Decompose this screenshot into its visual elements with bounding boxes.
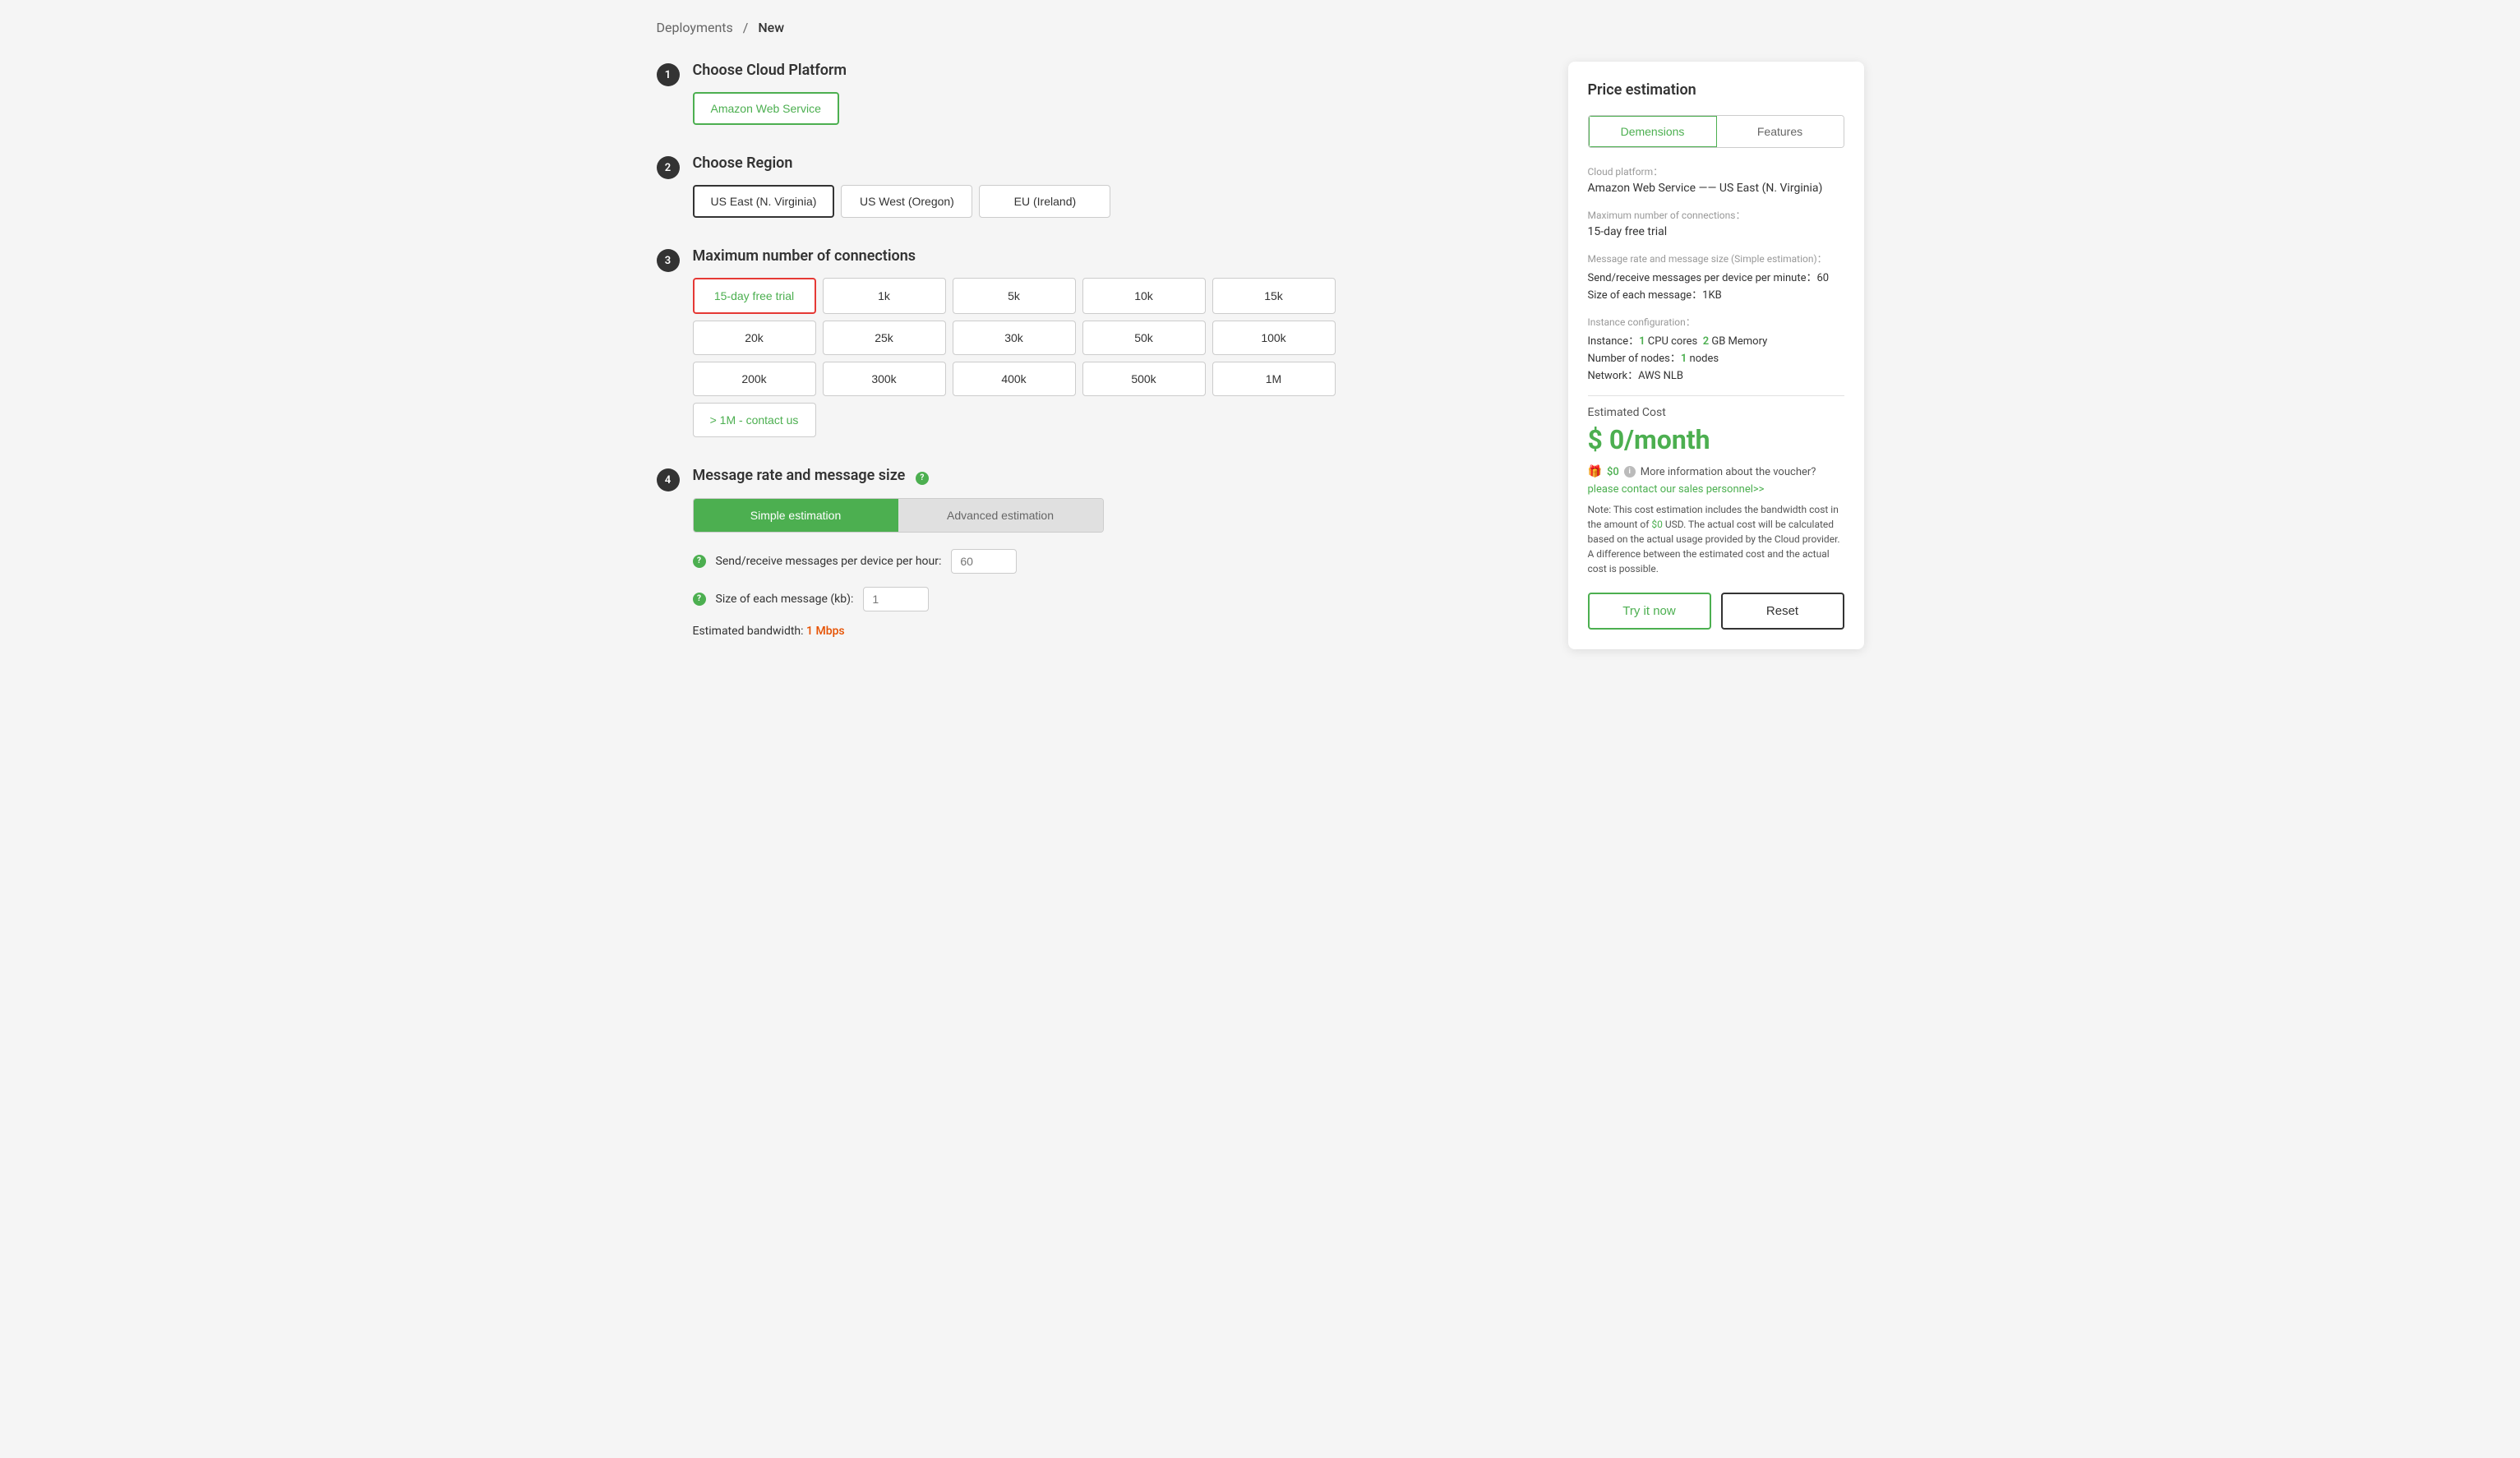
info-icon[interactable]: i	[1624, 466, 1636, 478]
step-1-number: 1	[657, 63, 680, 86]
step-1-section: 1 Choose Cloud Platform Amazon Web Servi…	[657, 62, 1535, 125]
step-3-section: 3 Maximum number of connections 15-day f…	[657, 247, 1535, 437]
step-3-title: Maximum number of connections	[693, 247, 1535, 265]
price-panel: Price estimation Demensions Features Clo…	[1568, 62, 1864, 649]
left-panel: 1 Choose Cloud Platform Amazon Web Servi…	[657, 62, 1535, 638]
conn-25k-button[interactable]: 25k	[823, 321, 946, 355]
voucher-row: 🎁 $0 i More information about the vouche…	[1588, 465, 1844, 496]
price-max-connections: Maximum number of connections： 15-day fr…	[1588, 208, 1844, 238]
features-tab[interactable]: Features	[1717, 116, 1844, 147]
price-cloud-value: Amazon Web Service —— US East (N. Virgin…	[1588, 182, 1844, 195]
bandwidth-value: 1 Mbps	[806, 625, 845, 638]
messages-per-hour-input[interactable]	[951, 549, 1017, 574]
message-size-input[interactable]	[863, 587, 929, 611]
conn-50k-button[interactable]: 50k	[1082, 321, 1206, 355]
step-4-help-icon[interactable]: ?	[916, 472, 929, 485]
price-cloud-label: Cloud platform：	[1588, 164, 1844, 178]
step-1-content: Choose Cloud Platform Amazon Web Service	[693, 62, 1535, 125]
step-4-content: Message rate and message size ? Simple e…	[693, 467, 1535, 638]
price-conn-label: Maximum number of connections：	[1588, 208, 1844, 222]
price-tabs: Demensions Features	[1588, 115, 1844, 148]
reset-button[interactable]: Reset	[1721, 593, 1844, 630]
message-size-row: ? Size of each message (kb):	[693, 587, 1535, 611]
conn-100k-button[interactable]: 100k	[1212, 321, 1336, 355]
region-us-east-button[interactable]: US East (N. Virginia)	[693, 185, 835, 218]
price-inst-line1: Instance：1 CPU cores 2 GB Memory	[1588, 332, 1844, 348]
price-inst-label: Instance configuration：	[1588, 315, 1844, 329]
messages-per-hour-row: ? Send/receive messages per device per h…	[693, 549, 1535, 574]
note-green-text: $0	[1651, 519, 1663, 530]
advanced-estimation-tab[interactable]: Advanced estimation	[898, 499, 1103, 532]
conn-500k-button[interactable]: 500k	[1082, 362, 1206, 396]
bandwidth-label: Estimated bandwidth:	[693, 625, 807, 638]
price-instance-config: Instance configuration： Instance：1 CPU c…	[1588, 315, 1844, 382]
price-panel-title: Price estimation	[1588, 81, 1844, 99]
conn-300k-button[interactable]: 300k	[823, 362, 946, 396]
estimated-cost-value: $ 0/month	[1588, 424, 1844, 455]
price-divider	[1588, 395, 1844, 396]
price-inst-line2: Number of nodes：1 nodes	[1588, 349, 1844, 365]
price-message-rate: Message rate and message size (Simple es…	[1588, 251, 1844, 302]
conn-1m-button[interactable]: 1M	[1212, 362, 1336, 396]
conn-free-trial-button[interactable]: 15-day free trial	[693, 278, 816, 314]
connections-grid: 15-day free trial 1k 5k 10k 15k 20k 25k …	[693, 278, 1535, 396]
step-3-content: Maximum number of connections 15-day fre…	[693, 247, 1535, 437]
price-msg-label: Message rate and message size (Simple es…	[1588, 251, 1844, 265]
price-conn-value: 15-day free trial	[1588, 225, 1844, 238]
step-2-content: Choose Region US East (N. Virginia) US W…	[693, 155, 1535, 218]
conn-1k-button[interactable]: 1k	[823, 278, 946, 314]
breadcrumb-parent[interactable]: Deployments	[657, 20, 733, 35]
conn-400k-button[interactable]: 400k	[953, 362, 1076, 396]
message-size-label: Size of each message (kb):	[716, 593, 854, 606]
gift-icon: 🎁	[1588, 465, 1602, 478]
region-group: US East (N. Virginia) US West (Oregon) E…	[693, 185, 1535, 218]
step-2-title: Choose Region	[693, 155, 1535, 172]
step-2-section: 2 Choose Region US East (N. Virginia) US…	[657, 155, 1535, 218]
price-actions: Try it now Reset	[1588, 593, 1844, 630]
voucher-text: More information about the voucher?	[1641, 466, 1816, 478]
region-us-west-button[interactable]: US West (Oregon)	[841, 185, 972, 218]
message-size-help-icon[interactable]: ?	[693, 593, 706, 606]
note-text: Note: This cost estimation includes the …	[1588, 502, 1844, 576]
bandwidth-row: Estimated bandwidth: 1 Mbps	[693, 625, 1535, 638]
conn-5k-button[interactable]: 5k	[953, 278, 1076, 314]
voucher-link[interactable]: please contact our sales personnel>>	[1588, 483, 1765, 496]
breadcrumb-separator: /	[743, 20, 749, 35]
dimensions-tab[interactable]: Demensions	[1588, 115, 1718, 148]
conn-10k-button[interactable]: 10k	[1082, 278, 1206, 314]
estimated-cost-label: Estimated Cost	[1588, 406, 1844, 419]
price-msg-line1: Send/receive messages per device per min…	[1588, 269, 1844, 284]
messages-per-hour-label: Send/receive messages per device per hou…	[716, 555, 942, 568]
aws-option-button[interactable]: Amazon Web Service	[693, 92, 839, 125]
try-it-now-button[interactable]: Try it now	[1588, 593, 1711, 630]
step-4-title: Message rate and message size ?	[693, 467, 1535, 485]
breadcrumb: Deployments / New	[657, 20, 1864, 35]
conn-20k-button[interactable]: 20k	[693, 321, 816, 355]
conn-contact-button[interactable]: > 1M - contact us	[693, 403, 816, 437]
breadcrumb-current: New	[758, 20, 784, 35]
price-cloud-platform: Cloud platform： Amazon Web Service —— US…	[1588, 164, 1844, 195]
step-3-number: 3	[657, 249, 680, 272]
messages-help-icon[interactable]: ?	[693, 555, 706, 568]
conn-30k-button[interactable]: 30k	[953, 321, 1076, 355]
step-1-title: Choose Cloud Platform	[693, 62, 1535, 79]
estimation-tabs: Simple estimation Advanced estimation	[693, 498, 1104, 533]
region-eu-button[interactable]: EU (Ireland)	[979, 185, 1110, 218]
price-inst-line3: Network：AWS NLB	[1588, 367, 1844, 382]
simple-estimation-tab[interactable]: Simple estimation	[694, 499, 898, 532]
price-msg-line2: Size of each message：1KB	[1588, 286, 1844, 302]
step-4-section: 4 Message rate and message size ? Simple…	[657, 467, 1535, 638]
step-4-number: 4	[657, 468, 680, 491]
conn-15k-button[interactable]: 15k	[1212, 278, 1336, 314]
conn-200k-button[interactable]: 200k	[693, 362, 816, 396]
step-2-number: 2	[657, 156, 680, 179]
voucher-amount: $0	[1607, 466, 1619, 478]
